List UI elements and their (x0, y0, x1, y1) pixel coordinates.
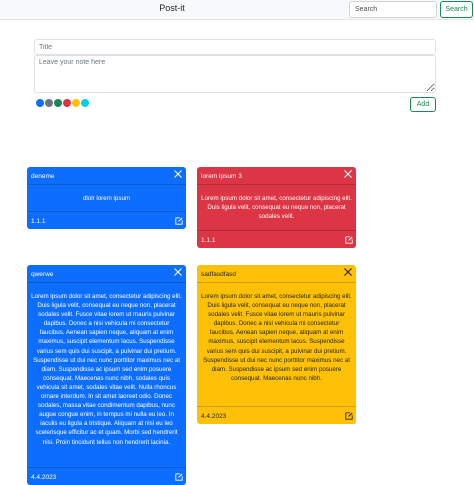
edit-icon[interactable] (175, 217, 183, 225)
close-icon[interactable] (173, 169, 183, 179)
note-header: lorem ipsum 3 (197, 167, 356, 185)
note-title: qwerwe (31, 271, 54, 278)
note-header: deneme (27, 167, 186, 185)
note-date: 1.1.1 (201, 237, 216, 244)
note-footer: 4.4.2023 (197, 406, 356, 424)
note-title: deneme (31, 173, 55, 180)
note-body: Lorem ipsum dolor sit amet, consectetur … (201, 293, 352, 382)
close-icon[interactable] (343, 169, 353, 179)
search-button[interactable]: Search (440, 1, 473, 18)
note-date: 4.4.2023 (201, 413, 227, 420)
color-swatch-white[interactable] (90, 99, 98, 107)
note-footer: 4.4.2023 (27, 467, 186, 485)
note-date: 4.4.2023 (31, 474, 57, 481)
note-card: deneme dlolr lorem ipsum 1.1.1 (27, 167, 186, 229)
color-swatch-green[interactable] (54, 99, 62, 107)
edit-icon[interactable] (345, 236, 353, 244)
edit-icon[interactable] (175, 473, 183, 481)
search-input[interactable] (349, 1, 437, 18)
navbar: Post-it Search (0, 0, 474, 20)
note-card: qwerwe Lorem ipsum dolor sit amet, conse… (27, 265, 186, 485)
note-footer: 1.1.1 (197, 230, 356, 248)
note-body-input[interactable] (34, 55, 436, 93)
note-card: sadfasdfasd Lorem ipsum dolor sit amet, … (197, 265, 356, 424)
color-swatch-gray[interactable] (45, 99, 53, 107)
note-header: sadfasdfasd (197, 265, 356, 283)
note-title: sadfasdfasd (201, 271, 237, 278)
color-swatch-cyan[interactable] (81, 99, 89, 107)
note-body: Lorem ipsum dolor sit amet, consectetur … (201, 195, 352, 221)
color-picker (36, 99, 98, 108)
color-swatch-red[interactable] (63, 99, 71, 107)
note-header: qwerwe (27, 265, 186, 283)
color-swatch-yellow[interactable] (72, 99, 80, 107)
title-input[interactable] (34, 39, 436, 55)
note-body: dlolr lorem ipsum (82, 195, 131, 202)
color-swatch-blue[interactable] (36, 99, 44, 107)
note-footer: 1.1.1 (27, 211, 186, 229)
close-icon[interactable] (343, 267, 353, 277)
new-note-form: Add (34, 39, 436, 114)
note-title: lorem ipsum 3 (201, 173, 242, 180)
edit-icon[interactable] (345, 412, 353, 420)
note-body: Lorem ipsum dolor sit amet, consectetur … (31, 293, 182, 446)
note-card: lorem ipsum 3 Lorem ipsum dolor sit amet… (197, 167, 356, 248)
close-icon[interactable] (173, 267, 183, 277)
note-date: 1.1.1 (31, 218, 46, 225)
brand-title[interactable]: Post-it (150, 3, 194, 13)
add-note-button[interactable]: Add (410, 97, 436, 112)
